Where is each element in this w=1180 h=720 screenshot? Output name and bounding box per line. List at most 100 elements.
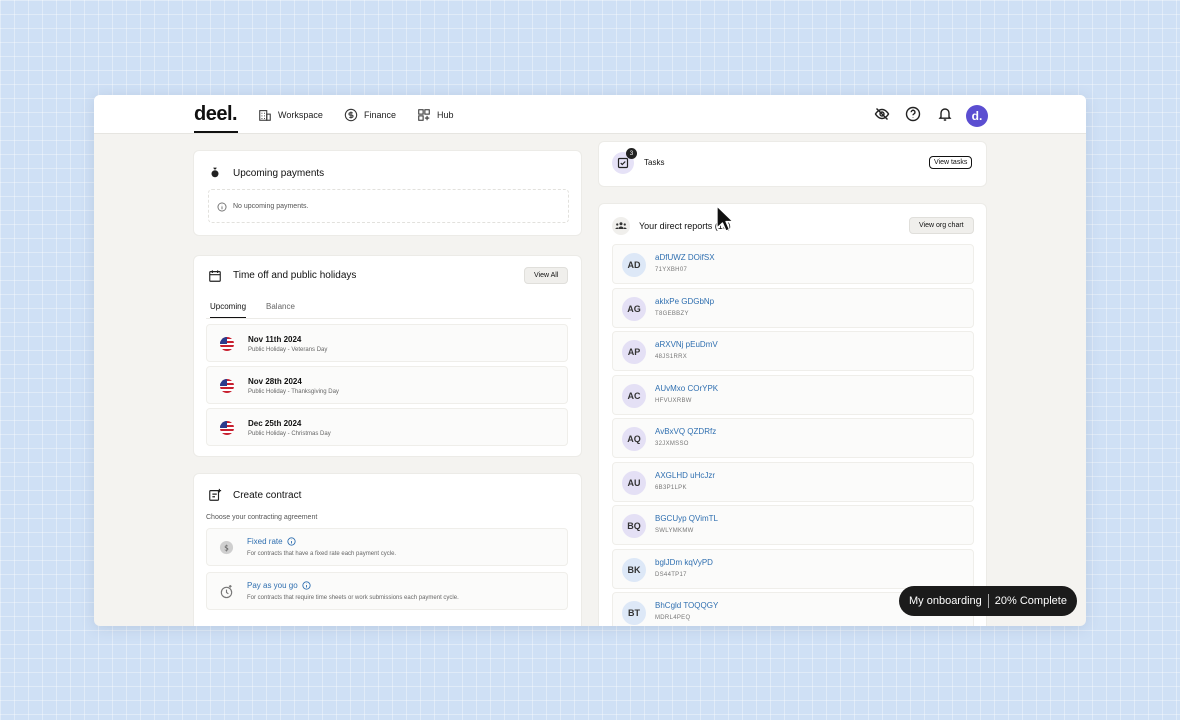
report-name[interactable]: AUvMxo COrYPK xyxy=(655,384,718,393)
report-id: DS44TP17 xyxy=(655,572,687,578)
onboarding-divider xyxy=(987,594,989,608)
mouse-cursor-icon xyxy=(716,205,734,232)
help-icon[interactable] xyxy=(905,106,921,122)
upcoming-payments-title: Upcoming payments xyxy=(233,168,325,179)
nav-finance-label: Finance xyxy=(364,110,397,120)
holiday-desc: Public Holiday - Thanksgiving Day xyxy=(248,389,339,395)
report-name[interactable]: aklxPe GDGbNp xyxy=(655,297,714,306)
report-avatar: AD xyxy=(622,253,646,277)
tasks-badge: 3 xyxy=(626,148,637,159)
active-nav-indicator xyxy=(194,131,238,133)
report-avatar: AG xyxy=(622,297,646,321)
info-icon[interactable] xyxy=(286,537,296,546)
report-row[interactable]: AC AUvMxo COrYPK HFVUXRBW xyxy=(612,375,974,415)
report-avatar: AQ xyxy=(622,427,646,451)
create-contract-title: Create contract xyxy=(233,490,302,501)
bell-icon[interactable] xyxy=(937,106,953,122)
report-id: 71YXBH07 xyxy=(655,267,688,273)
deel-logo[interactable]: deel. xyxy=(194,103,238,126)
user-avatar[interactable]: d. xyxy=(966,105,988,127)
eye-off-icon[interactable] xyxy=(874,106,890,122)
us-flag-icon xyxy=(220,337,234,351)
clock-plus-icon xyxy=(220,584,233,599)
report-avatar: BT xyxy=(622,601,646,625)
report-name[interactable]: BGCUyp QVimTL xyxy=(655,514,718,523)
report-row[interactable]: AU AXGLHD uHcJzr 6B3P1LPK xyxy=(612,462,974,502)
tasks-title: Tasks xyxy=(644,158,665,167)
report-avatar: AC xyxy=(622,384,646,408)
fixed-rate-desc: For contracts that have a fixed rate eac… xyxy=(247,551,397,557)
time-off-tabs: Upcoming Balance xyxy=(210,302,295,318)
holiday-row[interactable]: Dec 25th 2024 Public Holiday - Christmas… xyxy=(206,408,568,446)
building-icon xyxy=(259,110,271,121)
report-row[interactable]: AG aklxPe GDGbNp T8GEBBZY xyxy=(612,288,974,328)
us-flag-icon xyxy=(220,421,234,435)
nav-finance[interactable]: Finance xyxy=(344,108,396,122)
app-window: deel. Workspace Finance Hub d. Upcoming … xyxy=(94,95,1086,626)
holiday-row[interactable]: Nov 28th 2024 Public Holiday - Thanksgiv… xyxy=(206,366,568,404)
report-name[interactable]: BhCgld TOQQGY xyxy=(655,601,718,610)
report-row[interactable]: BK bglJDm kqVyPD DS44TP17 xyxy=(612,549,974,589)
tab-upcoming[interactable]: Upcoming xyxy=(210,302,247,318)
report-name[interactable]: aRXVNj pEuDmV xyxy=(655,340,718,349)
team-icon-wrap xyxy=(612,217,630,235)
report-name[interactable]: AXGLHD uHcJzr xyxy=(655,471,715,480)
direct-reports-card: Your direct reports (13) View org chart … xyxy=(598,203,987,626)
tab-balance[interactable]: Balance xyxy=(266,302,295,318)
info-icon xyxy=(217,202,227,212)
onboarding-progress-text: 20% Complete xyxy=(994,595,1067,607)
contract-option-pay-as-you-go[interactable]: Pay as you go For contracts that require… xyxy=(206,572,568,610)
us-flag-icon xyxy=(220,379,234,393)
holiday-row[interactable]: Nov 11th 2024 Public Holiday - Veterans … xyxy=(206,324,568,362)
report-id: SWLYMKMW xyxy=(655,528,694,534)
tabs-divider xyxy=(206,318,571,319)
nav-workspace[interactable]: Workspace xyxy=(258,108,323,122)
report-row[interactable]: AP aRXVNj pEuDmV 48JS1RRX xyxy=(612,331,974,371)
info-icon[interactable] xyxy=(302,581,311,590)
report-id: MDRL4PEQ xyxy=(655,615,691,621)
create-contract-card: Create contract Choose your contracting … xyxy=(193,473,582,626)
contract-option-fixed-rate[interactable]: $ Fixed rate For contracts that have a f… xyxy=(206,528,568,566)
holiday-date: Nov 28th 2024 xyxy=(248,377,302,386)
svg-text:$: $ xyxy=(224,543,229,552)
view-tasks-button[interactable]: View tasks xyxy=(929,156,973,169)
report-name[interactable]: bglJDm kqVyPD xyxy=(655,558,713,567)
payments-empty-box: No upcoming payments. xyxy=(208,189,569,223)
report-id: HFVUXRBW xyxy=(655,398,692,404)
checkbox-icon xyxy=(617,157,629,169)
pay-as-you-go-title: Pay as you go xyxy=(247,581,311,590)
no-payments-text: No upcoming payments. xyxy=(233,203,309,210)
view-all-button[interactable]: View All xyxy=(524,267,569,284)
onboarding-label: My onboarding xyxy=(909,595,982,607)
team-icon xyxy=(615,222,627,229)
onboarding-progress-pill[interactable]: My onboarding 20% Complete xyxy=(899,586,1077,616)
report-name[interactable]: AvBxVQ QZDRfz xyxy=(655,427,716,436)
report-row[interactable]: AD aDfUWZ DOifSX 71YXBH07 xyxy=(612,244,974,284)
time-off-card: Time off and public holidays View All Up… xyxy=(193,255,582,457)
view-org-chart-button[interactable]: View org chart xyxy=(909,217,974,234)
report-avatar: BQ xyxy=(622,514,646,538)
holiday-date: Dec 25th 2024 xyxy=(248,419,302,428)
report-avatar: AU xyxy=(622,471,646,495)
document-add-icon xyxy=(209,488,222,501)
report-id: 6B3P1LPK xyxy=(655,485,687,491)
contract-subtitle: Choose your contracting agreement xyxy=(206,514,318,521)
report-avatar: AP xyxy=(622,340,646,364)
holiday-desc: Public Holiday - Christmas Day xyxy=(248,431,331,437)
report-id: 48JS1RRX xyxy=(655,354,688,360)
nav-workspace-label: Workspace xyxy=(278,110,323,120)
nav-hub-label: Hub xyxy=(437,110,454,120)
report-name[interactable]: aDfUWZ DOifSX xyxy=(655,253,715,262)
money-bag-icon xyxy=(211,167,219,178)
report-row[interactable]: AQ AvBxVQ QZDRfz 32JXMSSO xyxy=(612,418,974,458)
report-row[interactable]: BQ BGCUyp QVimTL SWLYMKMW xyxy=(612,505,974,545)
grid-plus-icon xyxy=(418,109,430,121)
dollar-circle-icon xyxy=(344,108,358,122)
nav-hub[interactable]: Hub xyxy=(417,108,454,122)
fixed-rate-title: Fixed rate xyxy=(247,537,296,546)
report-id: 32JXMSSO xyxy=(655,441,689,447)
holiday-date: Nov 11th 2024 xyxy=(248,335,302,344)
upcoming-payments-card: Upcoming payments No upcoming payments. xyxy=(193,150,582,236)
time-off-title: Time off and public holidays xyxy=(233,270,357,281)
report-id: T8GEBBZY xyxy=(655,311,689,317)
